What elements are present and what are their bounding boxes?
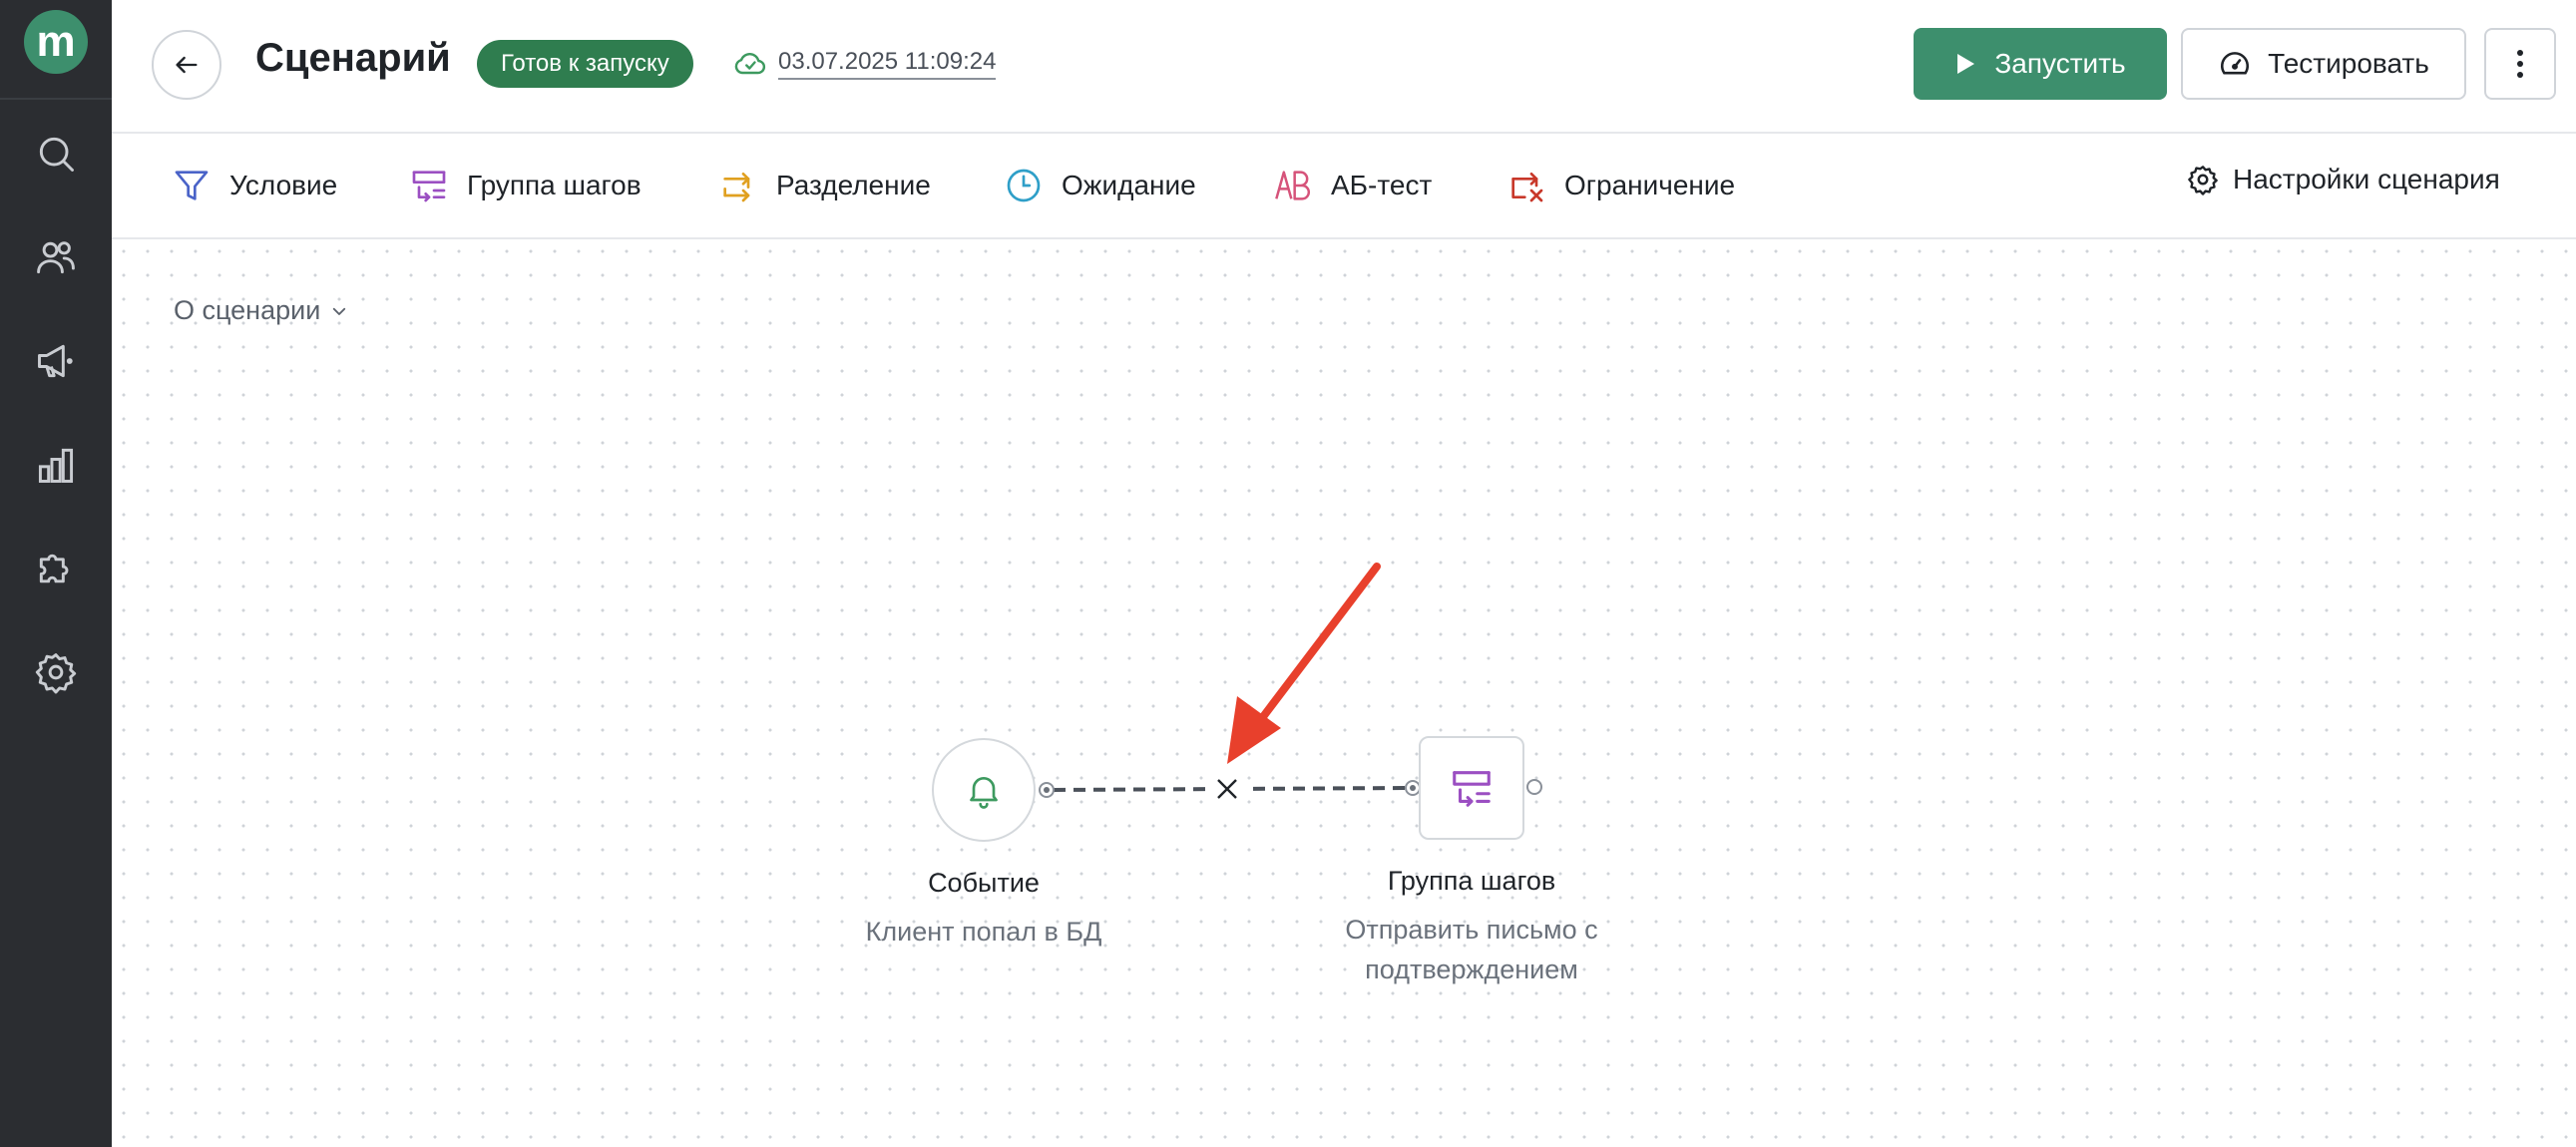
run-button-label: Запустить [1994, 48, 2126, 79]
group-node-subtitle-line1: Отправить письмо с [1345, 915, 1598, 945]
edge-event-to-group [1053, 786, 1408, 792]
step-group-icon [1453, 771, 1491, 807]
status-badge: Готов к запуску [477, 40, 693, 88]
app-logo[interactable]: m [24, 10, 88, 74]
tool-condition-label: Условие [229, 170, 338, 200]
puzzle-icon [39, 554, 69, 583]
tool-ab-test-label: АБ-тест [1331, 170, 1433, 200]
more-menu-button[interactable] [2484, 28, 2556, 100]
megaphone-icon [38, 344, 73, 378]
sidebar-item-clients[interactable] [28, 229, 84, 285]
search-icon [39, 137, 74, 172]
save-status: 03.07.2025 11:09:24 [732, 46, 997, 82]
sidebar-item-search[interactable] [28, 126, 84, 182]
tool-condition[interactable]: Условие [172, 162, 337, 209]
scenario-settings-link[interactable]: Настройки сценария [2187, 164, 2500, 195]
tool-ab-test[interactable]: АБ-тест [1273, 162, 1432, 209]
analytics-icon [38, 448, 74, 483]
scenario-canvas[interactable]: О сценарии Событие Клиент попал в БД Гру… [112, 239, 2576, 1147]
annotation-arrow [1227, 563, 1381, 764]
event-node-title: Событие [928, 868, 1040, 898]
sidebar-item-analytics[interactable] [28, 437, 84, 493]
about-scenario-label: О сценарии [174, 295, 321, 325]
arrow-left-icon [176, 56, 198, 74]
gear-icon [2188, 166, 2218, 195]
event-node[interactable] [932, 738, 1036, 842]
page-header: Сценарий Готов к запуску 03.07.2025 11:0… [112, 0, 2576, 134]
test-button[interactable]: Тестировать [2181, 28, 2466, 100]
users-icon [37, 241, 75, 274]
sidebar-item-settings[interactable] [28, 644, 84, 700]
tool-limit-label: Ограничение [1564, 170, 1736, 200]
speedometer-icon [2221, 52, 2250, 75]
ab-test-icon [1275, 171, 1311, 200]
sidebar-divider [0, 98, 112, 100]
split-icon [723, 173, 750, 202]
group-node-title: Группа шагов [1387, 866, 1556, 896]
bell-icon [970, 777, 998, 809]
saved-timestamp[interactable]: 03.07.2025 11:09:24 [778, 48, 997, 80]
page-title: Сценарий [255, 36, 451, 80]
limit-icon [1511, 173, 1543, 202]
sidebar-item-campaigns[interactable] [28, 333, 84, 389]
play-icon [1957, 54, 1975, 74]
tool-limit[interactable]: Ограничение [1506, 162, 1735, 209]
tool-step-group-label: Группа шагов [467, 170, 642, 200]
tool-split-label: Разделение [776, 170, 931, 200]
scenario-settings-label: Настройки сценария [2233, 164, 2500, 194]
tool-step-group[interactable]: Группа шагов [409, 162, 642, 209]
back-button[interactable] [152, 30, 221, 100]
chevron-down-icon [333, 307, 346, 315]
group-node-subtitle-line2: подтверждением [1365, 955, 1578, 984]
event-node-subtitle: Клиент попал в БД [865, 917, 1102, 947]
tool-split[interactable]: Разделение [718, 162, 931, 209]
more-vertical-icon [2517, 50, 2523, 78]
run-button[interactable]: Запустить [1914, 28, 2167, 100]
cloud-check-icon [734, 52, 766, 75]
tool-wait-label: Ожидание [1062, 170, 1196, 200]
group-output-port[interactable] [1526, 779, 1542, 795]
gear-icon [35, 653, 77, 694]
edges-layer [1053, 563, 1408, 807]
edge-delete-icon [1209, 771, 1245, 807]
sidebar-item-integrations[interactable] [28, 541, 84, 596]
step-group-icon [412, 171, 446, 202]
group-node-subtitle: Отправить письмо с подтверждением [1297, 910, 1646, 989]
clock-icon [1007, 169, 1041, 202]
sidebar: m [0, 0, 112, 1147]
event-output-port[interactable] [1039, 782, 1055, 798]
tool-wait[interactable]: Ожидание [1004, 162, 1196, 209]
step-toolbar: Условие Группа шагов Разделение Ожидание… [112, 134, 2576, 239]
test-button-label: Тестировать [2268, 48, 2429, 79]
about-scenario-toggle[interactable]: О сценарии [174, 295, 348, 326]
step-group-node[interactable] [1419, 736, 1524, 840]
filter-icon [175, 171, 209, 200]
